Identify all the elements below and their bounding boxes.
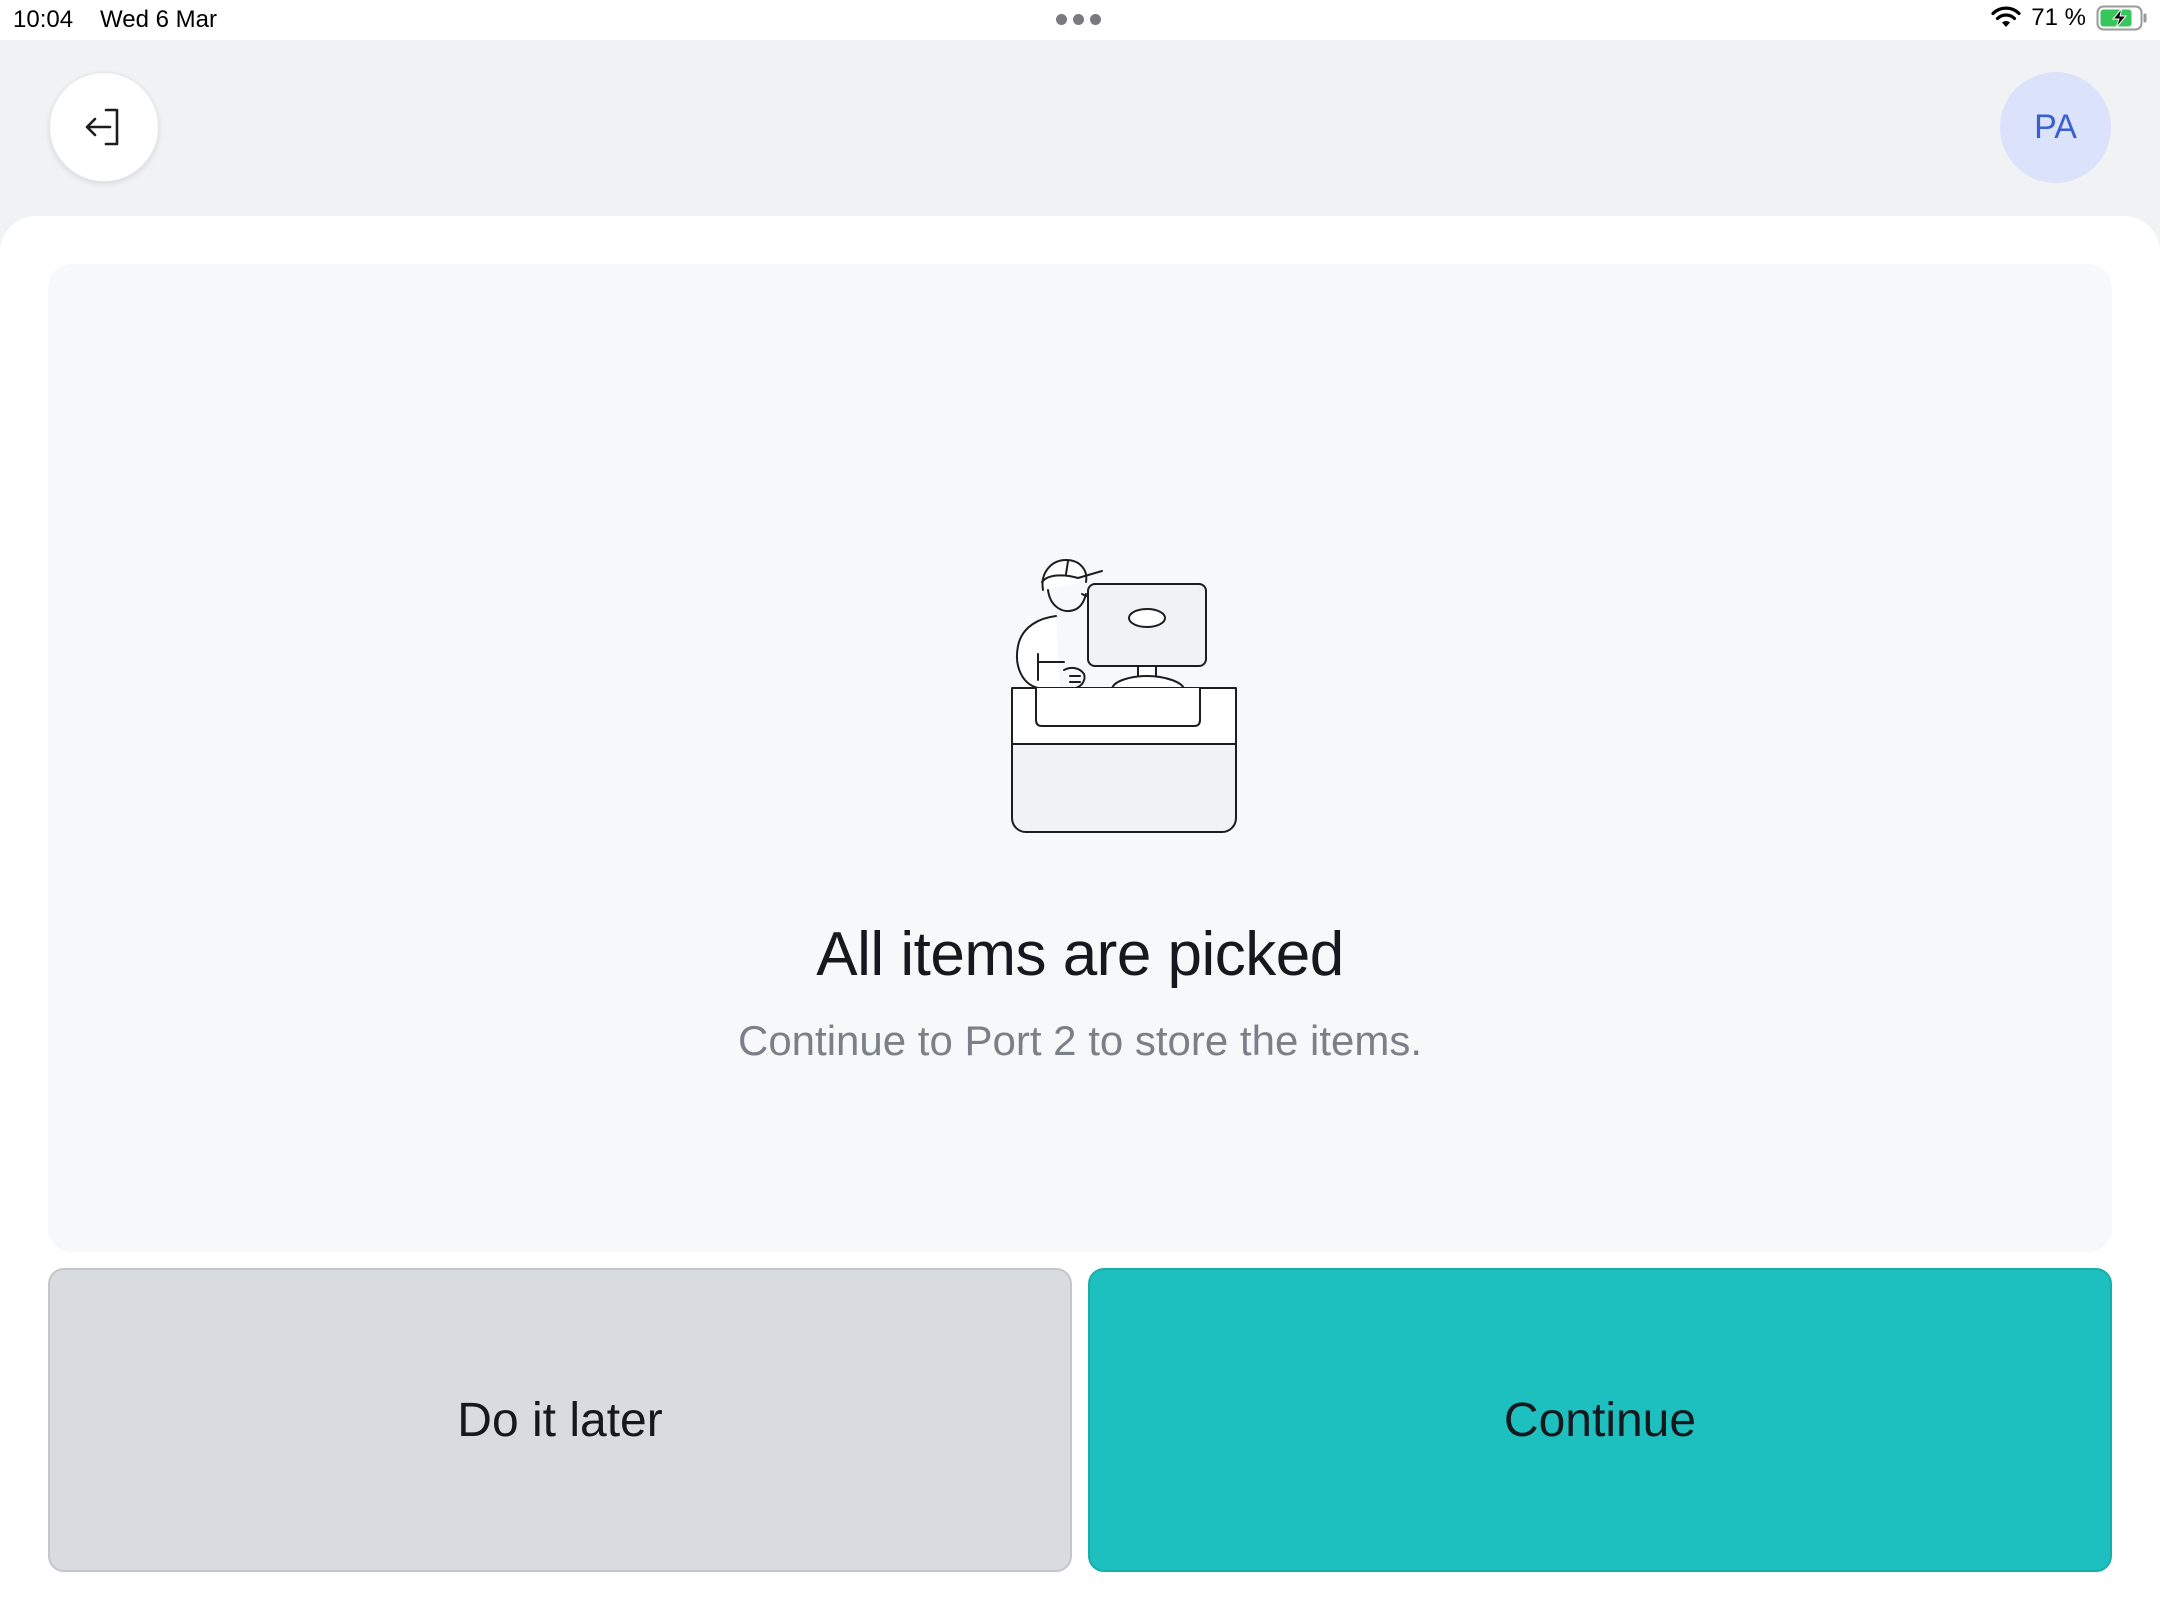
main-sheet: All items are picked Continue to Port 2 …	[0, 216, 2160, 1620]
status-time: 10:04	[13, 6, 74, 33]
page-subtitle: Continue to Port 2 to store the items.	[737, 1017, 1423, 1064]
battery-percent: 71 %	[2031, 4, 2086, 31]
page-title: All items are picked	[816, 920, 1344, 989]
status-date: Wed 6 Mar	[100, 6, 217, 33]
status-indicators: 71 %	[1991, 4, 2148, 32]
app-header: PA	[0, 40, 2160, 216]
exit-button[interactable]	[49, 72, 159, 182]
do-it-later-button[interactable]: Do it later	[48, 1268, 1072, 1572]
status-card: All items are picked Continue to Port 2 …	[48, 264, 2112, 1252]
do-it-later-label: Do it later	[457, 1393, 663, 1447]
status-bar: 10:04 Wed 6 Mar 71 %	[0, 0, 2160, 40]
exit-arrow-icon	[85, 108, 119, 146]
worker-at-computer-illustration	[1011, 559, 1237, 833]
battery-charging-icon	[2096, 5, 2147, 31]
wifi-icon	[1991, 6, 2021, 27]
continue-button[interactable]: Continue	[1088, 1268, 2112, 1572]
user-avatar[interactable]: PA	[2000, 72, 2111, 183]
multitasking-dots-icon[interactable]	[1056, 14, 1101, 25]
continue-label: Continue	[1503, 1393, 1697, 1447]
